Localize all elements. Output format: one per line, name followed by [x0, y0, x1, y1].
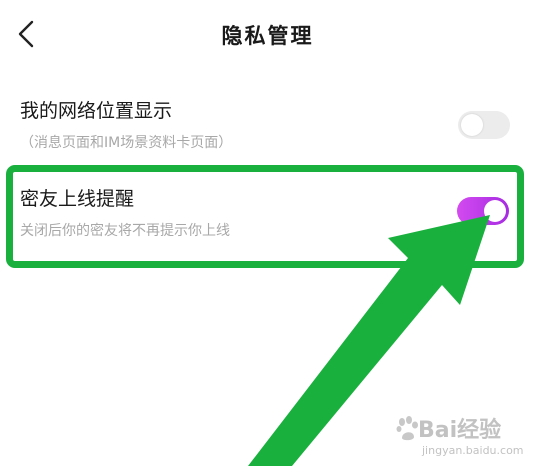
toggle-knob: [461, 114, 483, 136]
paw-logo-icon: [396, 416, 418, 441]
setting-row-friend-online-reminder: 密友上线提醒 关闭后你的密友将不再提示你上线: [0, 180, 535, 252]
setting-description: 关闭后你的密友将不再提示你上线: [20, 223, 230, 239]
location-display-toggle[interactable]: [458, 111, 510, 139]
setting-description: （消息页面和IM场景资料卡页面）: [20, 135, 233, 151]
navigation-header: 隐私管理: [0, 0, 535, 70]
toggle-knob: [484, 200, 506, 222]
watermark: Bai经验 jingyan.baidu.com: [392, 410, 532, 464]
page-title: 隐私管理: [221, 24, 314, 48]
friend-online-reminder-toggle[interactable]: [457, 197, 509, 225]
watermark-url: jingyan.baidu.com: [422, 444, 524, 457]
setting-title: 密友上线提醒: [20, 188, 135, 210]
setting-row-location-display: 我的网络位置显示 （消息页面和IM场景资料卡页面）: [0, 92, 535, 162]
setting-title: 我的网络位置显示: [20, 100, 173, 122]
watermark-logo-text: Bai经验: [418, 418, 502, 443]
